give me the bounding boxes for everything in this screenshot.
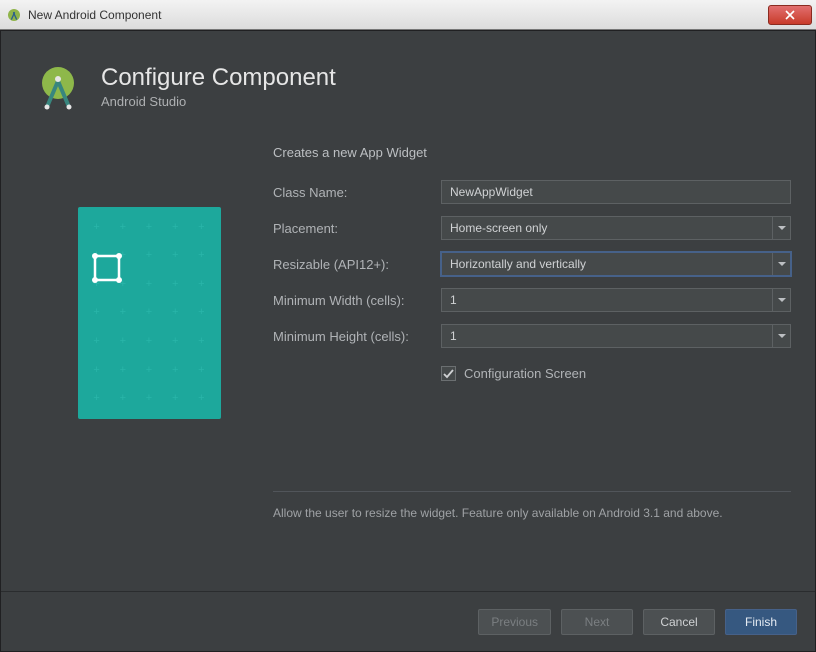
- widget-preview: +++++++++++++++++++++++++++++++++++: [78, 207, 221, 419]
- preview-grid-cell: +: [172, 250, 178, 261]
- preview-grid-cell: +: [172, 365, 178, 376]
- form-intro: Creates a new App Widget: [273, 145, 791, 160]
- min-width-value: 1: [450, 293, 457, 307]
- preview-grid-cell: +: [146, 307, 152, 318]
- placement-label: Placement:: [273, 221, 441, 236]
- hint-divider: [273, 491, 791, 492]
- preview-grid-cell: +: [93, 393, 99, 404]
- preview-grid-cell: +: [120, 336, 126, 347]
- preview-grid-cell: +: [93, 222, 99, 233]
- window-close-button[interactable]: [768, 5, 812, 25]
- min-width-label: Minimum Width (cells):: [273, 293, 441, 308]
- config-screen-checkbox[interactable]: [441, 366, 456, 381]
- preview-grid-cell: +: [120, 307, 126, 318]
- widget-resize-icon: [90, 251, 124, 285]
- previous-button[interactable]: Previous: [478, 609, 551, 635]
- dialog-footer: Previous Next Cancel Finish: [1, 591, 815, 651]
- preview-grid-cell: +: [198, 393, 204, 404]
- chevron-down-icon: [772, 289, 790, 311]
- preview-grid-cell: +: [93, 336, 99, 347]
- min-height-label: Minimum Height (cells):: [273, 329, 441, 344]
- window-titlebar: New Android Component: [0, 0, 816, 30]
- preview-grid-cell: +: [146, 222, 152, 233]
- preview-grid-cell: +: [198, 279, 204, 290]
- preview-grid-cell: +: [172, 393, 178, 404]
- preview-grid-cell: +: [93, 365, 99, 376]
- window-title: New Android Component: [28, 8, 768, 22]
- min-width-select[interactable]: 1: [441, 288, 791, 312]
- cancel-button[interactable]: Cancel: [643, 609, 715, 635]
- preview-grid-cell: +: [120, 365, 126, 376]
- preview-grid-cell: +: [93, 307, 99, 318]
- chevron-down-icon: [772, 253, 790, 275]
- dialog-header: Configure Component Android Studio: [1, 31, 815, 137]
- preview-grid-cell: +: [172, 279, 178, 290]
- preview-grid-cell: +: [198, 336, 204, 347]
- min-height-select[interactable]: 1: [441, 324, 791, 348]
- preview-grid-cell: +: [198, 365, 204, 376]
- android-studio-logo: [33, 61, 83, 111]
- preview-grid-cell: +: [198, 250, 204, 261]
- placement-value: Home-screen only: [450, 221, 547, 235]
- preview-grid-cell: +: [198, 222, 204, 233]
- min-height-value: 1: [450, 329, 457, 343]
- preview-grid-cell: +: [172, 307, 178, 318]
- preview-grid-cell: +: [146, 279, 152, 290]
- preview-grid-cell: +: [172, 336, 178, 347]
- preview-grid-cell: +: [198, 307, 204, 318]
- preview-grid-cell: +: [146, 250, 152, 261]
- form-pane: Creates a new App Widget Class Name: New…: [273, 137, 791, 591]
- preview-grid-cell: +: [146, 365, 152, 376]
- config-screen-label: Configuration Screen: [464, 366, 586, 381]
- placement-select[interactable]: Home-screen only: [441, 216, 791, 240]
- resizable-value: Horizontally and vertically: [450, 257, 586, 271]
- resizable-label: Resizable (API12+):: [273, 257, 441, 272]
- class-name-value: NewAppWidget: [450, 185, 533, 199]
- preview-grid-cell: +: [146, 336, 152, 347]
- class-name-label: Class Name:: [273, 185, 441, 200]
- finish-button[interactable]: Finish: [725, 609, 797, 635]
- preview-grid-cell: +: [120, 393, 126, 404]
- chevron-down-icon: [772, 217, 790, 239]
- dialog-subtitle: Android Studio: [101, 94, 336, 109]
- preview-grid-cell: +: [120, 222, 126, 233]
- hint-text: Allow the user to resize the widget. Fea…: [273, 506, 791, 520]
- dialog-title: Configure Component: [101, 64, 336, 92]
- resizable-select[interactable]: Horizontally and vertically: [441, 252, 791, 276]
- preview-grid-cell: +: [146, 393, 152, 404]
- preview-pane: +++++++++++++++++++++++++++++++++++: [25, 137, 273, 591]
- dialog-body: Configure Component Android Studio + + + + +…: [0, 30, 816, 652]
- chevron-down-icon: [772, 325, 790, 347]
- class-name-input[interactable]: NewAppWidget: [441, 180, 791, 204]
- preview-grid-cell: +: [172, 222, 178, 233]
- next-button[interactable]: Next: [561, 609, 633, 635]
- android-studio-icon: [6, 7, 22, 23]
